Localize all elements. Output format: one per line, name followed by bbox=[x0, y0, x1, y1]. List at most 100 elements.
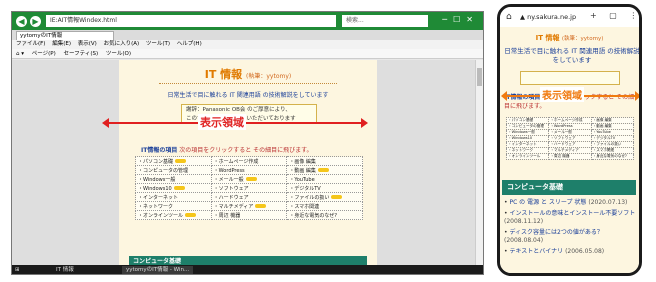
mobile-section-header: コンピュータ基礎 bbox=[502, 180, 636, 195]
command-bar: ⌂ ▾ ページ(P) セーフティ(S) ツール(O) bbox=[12, 49, 483, 59]
article-date: (2008.08.04) bbox=[504, 237, 544, 244]
item-link[interactable]: ・コンピュータの管理 bbox=[135, 165, 212, 175]
item-link-label: ・ファイルの扱い bbox=[289, 194, 330, 201]
smartphone-browser: ⌂ ▲ ny.sakura.ne.jp + ▢ ⋮ IT 情報 (執筆：yyto… bbox=[497, 4, 642, 276]
scroll-thumb[interactable] bbox=[477, 68, 482, 86]
item-link[interactable]: ・周辺 機器 bbox=[210, 210, 288, 220]
item-link[interactable]: ・パソコン基礎 bbox=[135, 156, 212, 166]
mobile-items-row: ・オンラインツール ・周辺 機器 ・身近な電気のなぜ? bbox=[505, 153, 635, 160]
article-title: テキストとバイナリ bbox=[509, 248, 564, 255]
vertical-scrollbar[interactable] bbox=[475, 60, 483, 265]
item-link-label: ・Windows一般 bbox=[138, 176, 176, 183]
mobile-address-bar: ⌂ ▲ ny.sakura.ne.jp + ▢ ⋮ bbox=[500, 7, 639, 27]
item-link[interactable]: ・YouTube bbox=[286, 174, 363, 184]
items-heading: IT情報の項目 次の項目をクリックすると その細目に飛びます。 bbox=[141, 145, 361, 154]
menu-help[interactable]: ヘルプ(H) bbox=[177, 41, 202, 47]
taskbar-item-browser[interactable]: yytomyのIT情報 - Win... bbox=[122, 266, 194, 274]
mobile-page-title: IT 情報 (執筆：yytomy) bbox=[500, 33, 639, 43]
item-link[interactable]: ・インターネット bbox=[135, 192, 212, 202]
mobile-notice-box bbox=[520, 71, 620, 85]
page-viewport: IT 情報 (執筆：yytomy) 日常生活で目に触れる IT 関連用語 の技術… bbox=[12, 60, 483, 265]
item-link[interactable]: ・Windows一般 bbox=[135, 174, 212, 184]
window-controls[interactable]: ─☐✕ bbox=[442, 15, 479, 24]
mobile-url[interactable]: ▲ ny.sakura.ne.jp bbox=[520, 11, 584, 23]
item-link[interactable]: ・ファイルの扱い bbox=[286, 192, 363, 202]
article-title: インストールの意味とインストール不要ソフト bbox=[509, 210, 636, 217]
start-icon[interactable]: ⊞ bbox=[15, 266, 20, 274]
new-badge-icon bbox=[331, 195, 343, 199]
article-list-item[interactable]: インストールの意味とインストール不要ソフト (2008.11.12) bbox=[504, 210, 638, 226]
items-heading-note: 次の項目をクリックすると その細目に飛びます。 bbox=[179, 147, 313, 154]
mobile-item-link[interactable]: ・身近な電気のなぜ? bbox=[590, 153, 635, 160]
back-icon[interactable]: ◀ bbox=[16, 16, 27, 27]
home-icon[interactable]: ⌂ ▾ bbox=[16, 51, 24, 57]
item-link[interactable]: ・メール一般 bbox=[210, 174, 288, 184]
item-link-label: ・WordPress bbox=[213, 167, 245, 174]
address-bar[interactable]: IE:AIT情報Windex.html bbox=[46, 15, 336, 27]
item-link-label: ・デジタルTV bbox=[289, 185, 321, 192]
command-tools[interactable]: ツール(O) bbox=[106, 51, 131, 57]
item-link[interactable]: ・ホームページ作成 bbox=[210, 156, 288, 166]
home-icon[interactable]: ⌂ bbox=[506, 12, 512, 22]
mobile-items-row: ・インターネット ・ハードウェア ・ファイルの扱い bbox=[505, 141, 635, 148]
article-title: ディスク容量には2つの値がある？ bbox=[509, 229, 603, 236]
new-badge-icon bbox=[317, 168, 329, 172]
item-link[interactable]: ・画像 編集 bbox=[286, 156, 363, 166]
article-list-item[interactable]: テキストとバイナリ (2006.05.08) bbox=[504, 248, 638, 256]
decorative-divider bbox=[159, 83, 337, 85]
menu-favorites[interactable]: お気に入り(A) bbox=[104, 41, 140, 47]
page-title: IT 情報 (執筆：yytomy) bbox=[119, 66, 377, 82]
article-list-item[interactable]: PC の 電源 と スリープ 状態 (2020.07.13) bbox=[504, 199, 638, 207]
mobile-item-link[interactable]: ・オンラインツール bbox=[505, 153, 550, 160]
items-heading-title: IT情報の項目 bbox=[141, 147, 178, 154]
item-link-label: ・オンラインツール bbox=[138, 212, 184, 219]
item-link[interactable]: ・Windows10 bbox=[135, 183, 212, 193]
item-link[interactable]: ・身近な電気のなぜ? bbox=[286, 210, 363, 220]
page-author: (執筆：yytomy) bbox=[246, 73, 292, 80]
mobile-items-table: ・パソコン基礎 ・ホームページ作成 ・画像 編集 ・コンピュータの管理 ・WordPre… bbox=[505, 117, 635, 160]
mobile-subtitle: 日常生活で目に触れる IT 関連用語 の技術解説をしています bbox=[504, 47, 639, 64]
menu-tools[interactable]: ツール(T) bbox=[146, 41, 170, 47]
item-link[interactable]: ・ネットワーク bbox=[135, 201, 212, 211]
items-row: ・Windows一般 ・メール一般 ・YouTube bbox=[135, 174, 363, 184]
menu-edit[interactable]: 編集(E) bbox=[52, 41, 71, 47]
item-link[interactable]: ・ソフトウェア bbox=[210, 183, 288, 193]
new-badge-icon bbox=[255, 204, 267, 208]
mobile-author: (執筆：yytomy) bbox=[561, 36, 604, 42]
mobile-article-list: PC の 電源 と スリープ 状態 (2020.07.13) インストールの意味と… bbox=[504, 199, 638, 259]
search-input[interactable]: 検索... bbox=[342, 15, 428, 27]
item-link[interactable]: ・マルチメディア bbox=[210, 201, 288, 211]
article-date: (2008.11.12) bbox=[504, 218, 544, 225]
mobile-item-link[interactable]: ・コンピュータの管理 bbox=[505, 123, 550, 130]
new-badge-icon bbox=[175, 159, 187, 163]
items-row: ・Windows10 ・ソフトウェア ・デジタルTV bbox=[135, 183, 363, 193]
item-link-label: ・ネットワーク bbox=[138, 203, 174, 210]
menu-view[interactable]: 表示(V) bbox=[78, 41, 97, 47]
command-page[interactable]: ページ(P) bbox=[32, 51, 56, 57]
browser-tab[interactable]: yytomyのIT情報 bbox=[16, 31, 114, 40]
article-list-item[interactable]: ディスク容量には2つの値がある？ (2008.08.04) bbox=[504, 229, 638, 245]
item-link[interactable]: ・オンラインツール bbox=[135, 210, 212, 220]
mobile-toolbar-icons[interactable]: + ▢ ⋮ bbox=[590, 11, 639, 20]
taskbar-item-explorer[interactable]: IT 情報 bbox=[56, 266, 74, 274]
item-link-label: ・コンピュータの管理 bbox=[138, 167, 189, 174]
items-row: ・ネットワーク ・マルチメディア ・スマホ関連 bbox=[135, 201, 363, 211]
item-link[interactable]: ・WordPress bbox=[210, 165, 288, 175]
items-row: ・パソコン基礎 ・ホームページ作成 ・画像 編集 bbox=[135, 156, 363, 166]
article-title: PC の 電源 と スリープ 状態 bbox=[509, 199, 587, 206]
mobile-web-page: IT 情報 (執筆：yytomy) 日常生活で目に触れる IT 関連用語 の技術… bbox=[500, 27, 639, 273]
item-link[interactable]: ・ハードウェア bbox=[210, 192, 288, 202]
item-link[interactable]: ・動画 編集 bbox=[286, 165, 363, 175]
browser-toolbar: ◀ ▶ IE:AIT情報Windex.html 検索... ─☐✕ bbox=[12, 12, 483, 30]
new-badge-icon bbox=[245, 177, 257, 181]
item-link-label: ・インターネット bbox=[138, 194, 179, 201]
menu-file[interactable]: ファイル(F) bbox=[16, 41, 45, 47]
command-safety[interactable]: セーフティ(S) bbox=[64, 51, 99, 57]
section-header: コンピュータ基礎 bbox=[129, 256, 367, 265]
forward-icon[interactable]: ▶ bbox=[30, 16, 41, 27]
mobile-item-link[interactable]: ・周辺 機器 bbox=[548, 153, 592, 160]
item-link[interactable]: ・デジタルTV bbox=[286, 183, 363, 193]
items-row: ・コンピュータの管理 ・WordPress ・動画 編集 bbox=[135, 165, 363, 175]
item-link[interactable]: ・スマホ関連 bbox=[286, 201, 363, 211]
new-badge-icon bbox=[173, 186, 185, 190]
